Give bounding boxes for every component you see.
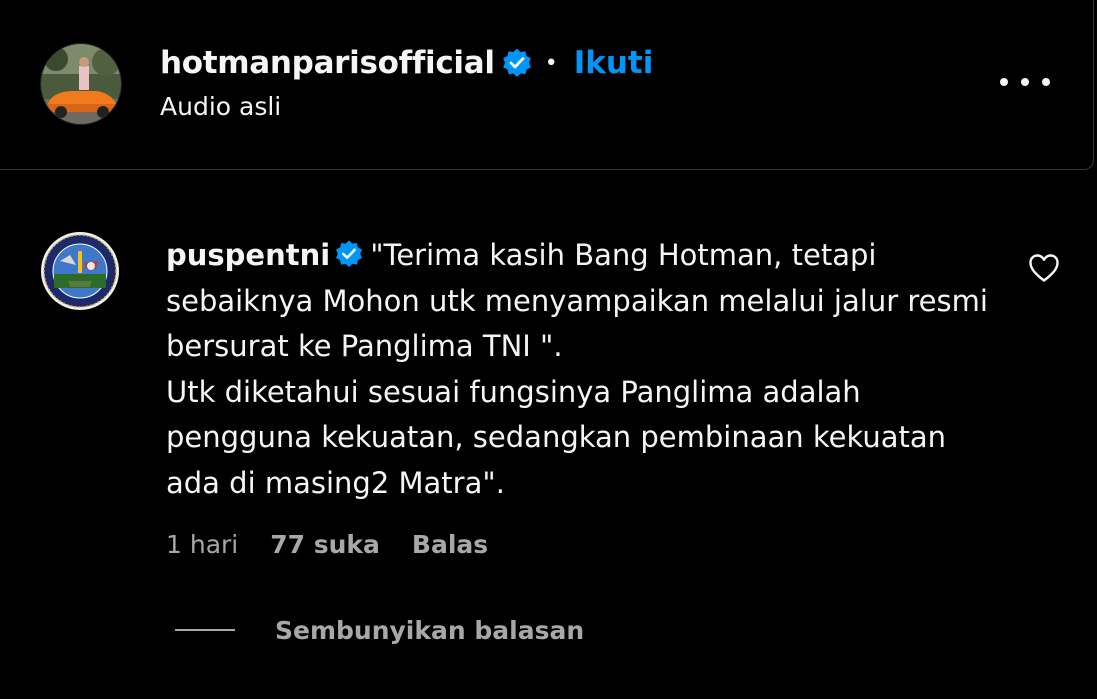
more-dot: [1021, 78, 1029, 86]
owner-avatar[interactable]: [40, 43, 122, 125]
audio-label[interactable]: Audio asli: [160, 92, 281, 121]
profile-photo-icon: [41, 44, 121, 124]
commenter-username[interactable]: puspentni: [166, 238, 330, 272]
commenter-avatar[interactable]: [40, 231, 120, 311]
reply-button[interactable]: Balas: [412, 530, 488, 559]
hide-replies-button[interactable]: Sembunyikan balasan: [175, 610, 584, 650]
hide-replies-label: Sembunyikan balasan: [275, 615, 585, 645]
post-header: hotmanparisofficial • Ikuti Audio asli: [0, 0, 1094, 170]
comment-text: "Terima kasih Bang Hotman, tetapi sebaik…: [166, 238, 988, 500]
owner-username[interactable]: hotmanparisofficial: [160, 45, 495, 81]
comment-likes[interactable]: 77 suka: [270, 530, 380, 559]
follow-button[interactable]: Ikuti: [574, 45, 654, 81]
verified-badge-icon: [334, 237, 364, 268]
verified-badge-icon: [501, 47, 533, 79]
more-options-icon[interactable]: [1000, 68, 1050, 96]
owner-line: hotmanparisofficial • Ikuti: [160, 41, 653, 85]
more-dot: [1042, 78, 1050, 86]
separator-dot: •: [544, 50, 558, 76]
hide-replies-line: [175, 629, 235, 631]
comment-meta: 1 hari 77 suka Balas: [166, 526, 488, 562]
more-dot: [1000, 78, 1008, 86]
heart-outline-icon[interactable]: [1028, 253, 1060, 283]
military-emblem-icon: [41, 232, 119, 310]
comment-time[interactable]: 1 hari: [166, 530, 238, 559]
comment-body: puspentni "Terima kasih Bang Hotman, teta…: [166, 233, 1006, 506]
